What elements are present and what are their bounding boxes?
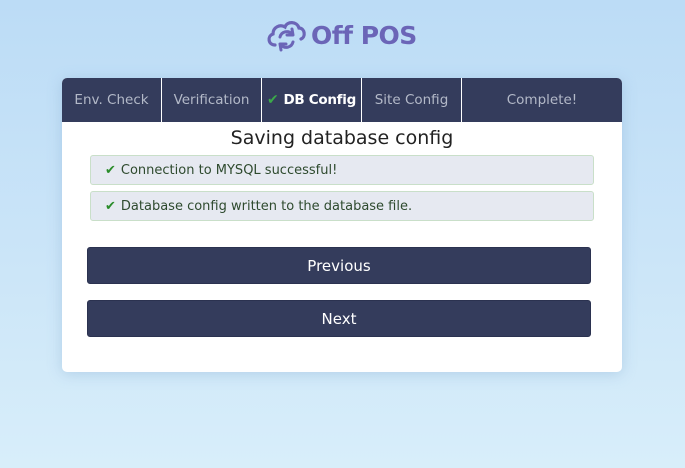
- alert-text: Connection to MYSQL successful!: [120, 162, 338, 178]
- brand-name: Off POS: [311, 20, 417, 50]
- installer-card: Env. Check Verification ✔ DB Config Site…: [62, 78, 622, 372]
- step-tabs: Env. Check Verification ✔ DB Config Site…: [62, 78, 622, 122]
- check-icon: ✔: [267, 92, 279, 108]
- page-title: Saving database config: [230, 127, 454, 149]
- tab-complete[interactable]: Complete!: [462, 78, 622, 122]
- alert-text: Database config written to the database …: [120, 198, 413, 214]
- brand-logo: Off POS: [265, 16, 417, 54]
- tab-label: DB Config: [283, 92, 356, 108]
- check-icon: ✔: [105, 198, 116, 214]
- success-alert: ✔ Database config written to the databas…: [90, 191, 594, 221]
- tab-label: Site Config: [374, 92, 449, 108]
- check-icon: ✔: [105, 162, 116, 178]
- cloud-sync-icon: [265, 17, 307, 53]
- previous-button[interactable]: Previous: [87, 247, 591, 284]
- tab-label: Complete!: [506, 92, 578, 108]
- tab-label: Verification: [173, 92, 250, 108]
- tab-verification[interactable]: Verification: [162, 78, 262, 122]
- tab-db-config[interactable]: ✔ DB Config: [262, 78, 362, 122]
- tab-env-check[interactable]: Env. Check: [62, 78, 162, 122]
- success-alert: ✔ Connection to MYSQL successful!: [90, 155, 594, 185]
- tab-site-config[interactable]: Site Config: [362, 78, 462, 122]
- tab-label: Env. Check: [74, 92, 149, 108]
- next-button[interactable]: Next: [87, 300, 591, 337]
